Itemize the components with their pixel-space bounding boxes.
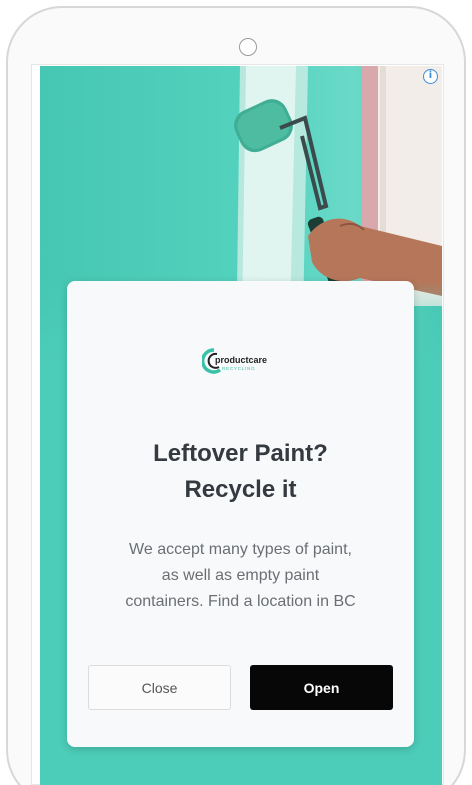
body-line-2: as well as empty paint [161,567,320,584]
body-line-1: We accept many types of paint, [129,541,352,558]
ad-headline: Leftover Paint? Recycle it [67,436,414,508]
body-line-3: containers. Find a location in BC [125,593,356,610]
open-button[interactable]: Open [250,665,393,710]
headline-line-1: Leftover Paint? [153,440,328,467]
productcare-logo: productcare RECYCLING [202,348,267,374]
svg-text:productcare: productcare [215,355,267,365]
info-icon[interactable]: i [423,69,438,84]
svg-text:RECYCLING: RECYCLING [222,366,255,371]
ad-body-text: We accept many types of paint, as well a… [97,537,384,615]
headline-line-2: Recycle it [184,476,297,503]
camera-icon [239,38,257,56]
ad-card: productcare RECYCLING Leftover Paint? Re… [67,281,414,747]
close-button[interactable]: Close [88,665,231,710]
